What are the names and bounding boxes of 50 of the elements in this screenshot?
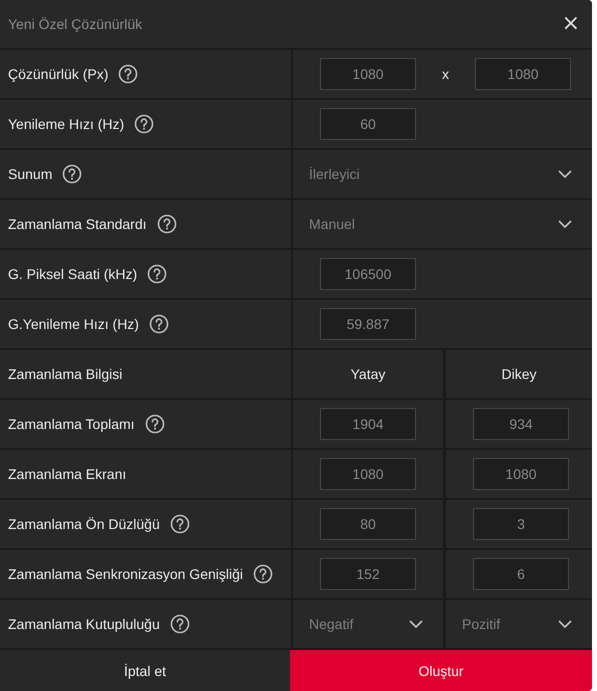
field-label: Çözünürlük (Px) — [8, 66, 108, 82]
dropdown[interactable]: Pozitif — [446, 600, 592, 648]
input-field[interactable]: 60 — [320, 108, 416, 140]
chevron-down-icon — [558, 620, 572, 628]
chevron-down-icon — [409, 620, 423, 628]
field-label: Zamanlama Bilgisi — [8, 366, 122, 382]
help-icon[interactable] — [147, 264, 168, 284]
window-title: Yeni Özel Çözünürlük — [8, 16, 142, 32]
dropdown[interactable]: Negatif — [293, 600, 443, 648]
input-field[interactable]: 152 — [320, 558, 416, 590]
field-label: Zamanlama Ekranı — [8, 466, 126, 482]
field-label: Zamanlama Senkronizasyon Genişliği — [8, 566, 243, 582]
chevron-down-icon — [558, 170, 572, 178]
help-icon[interactable] — [170, 514, 190, 534]
field-label: Sunum — [8, 166, 52, 182]
input-field[interactable]: 59.887 — [320, 308, 416, 340]
create-button[interactable]: Oluştur — [290, 650, 592, 691]
input-field[interactable]: 1080 — [320, 58, 416, 90]
field-label: Zamanlama Toplamı — [8, 416, 135, 432]
field-label: G. Piksel Saati (kHz) — [8, 266, 138, 282]
help-icon[interactable] — [253, 564, 273, 584]
help-icon[interactable] — [156, 214, 177, 234]
help-icon[interactable] — [134, 114, 154, 134]
input-field[interactable]: 934 — [473, 408, 569, 440]
cancel-button[interactable]: İptal et — [0, 650, 290, 691]
dropdown[interactable]: Manuel — [293, 200, 592, 248]
column-header: Yatay — [293, 350, 443, 398]
field-label: Yenileme Hızı (Hz) — [8, 116, 124, 132]
help-icon[interactable] — [118, 64, 138, 84]
column-header: Dikey — [446, 350, 592, 398]
input-field[interactable]: 1904 — [320, 408, 416, 440]
field-label: G.Yenileme Hızı (Hz) — [8, 316, 139, 332]
field-label: Zamanlama Ön Düzlüğü — [8, 516, 160, 532]
field-label: Zamanlama Standardı — [8, 216, 147, 232]
close-button[interactable]: × — [558, 13, 584, 35]
input-field[interactable]: 3 — [473, 508, 569, 540]
dropdown[interactable]: İlerleyici — [293, 150, 592, 198]
help-icon[interactable] — [170, 614, 190, 634]
times-sign: x — [442, 66, 449, 82]
input-field[interactable]: 80 — [320, 508, 416, 540]
input-field[interactable]: 1080 — [473, 458, 569, 490]
input-field[interactable]: 6 — [473, 558, 569, 590]
field-label: Zamanlama Kutupluluğu — [8, 616, 160, 632]
input-field[interactable]: 1080 — [475, 58, 571, 90]
help-icon[interactable] — [62, 164, 82, 184]
help-icon[interactable] — [144, 414, 165, 434]
input-field[interactable]: 1080 — [320, 458, 416, 490]
chevron-down-icon — [558, 220, 572, 228]
help-icon[interactable] — [148, 314, 169, 334]
input-field[interactable]: 106500 — [320, 258, 416, 290]
